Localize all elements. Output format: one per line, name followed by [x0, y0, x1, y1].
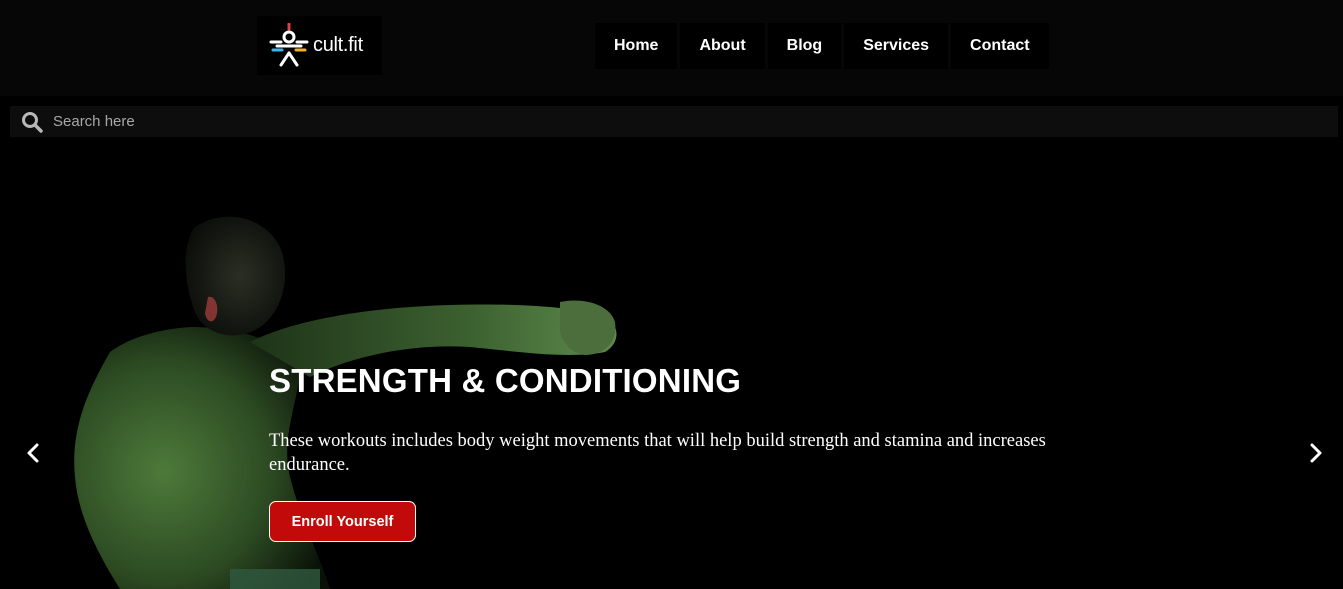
prev-slide-button[interactable]	[21, 440, 45, 466]
search-icon[interactable]	[21, 111, 43, 133]
cultfit-logo-icon	[269, 22, 309, 66]
nav-item-contact[interactable]: Contact	[951, 23, 1049, 69]
logo-text: cult.fit	[313, 34, 363, 56]
search-input[interactable]	[53, 107, 1253, 136]
nav-item-about[interactable]: About	[680, 23, 765, 69]
hero-title: STRENGTH & CONDITIONING	[269, 362, 742, 399]
search-bar	[10, 106, 1338, 137]
nav-item-services[interactable]: Services	[844, 23, 949, 69]
next-slide-button[interactable]	[1304, 440, 1328, 466]
chevron-left-icon	[27, 443, 39, 463]
main-nav: Home About Blog Services Contact	[595, 23, 1049, 69]
nav-item-blog[interactable]: Blog	[767, 23, 842, 69]
brand-logo[interactable]: cult.fit	[257, 16, 382, 75]
enroll-button[interactable]: Enroll Yourself	[269, 501, 416, 542]
site-header: cult.fit Home About Blog Services Contac…	[0, 0, 1343, 96]
chevron-right-icon	[1310, 443, 1322, 463]
nav-item-home[interactable]: Home	[595, 23, 678, 69]
hero-description: These workouts includes body weight move…	[269, 431, 1046, 475]
